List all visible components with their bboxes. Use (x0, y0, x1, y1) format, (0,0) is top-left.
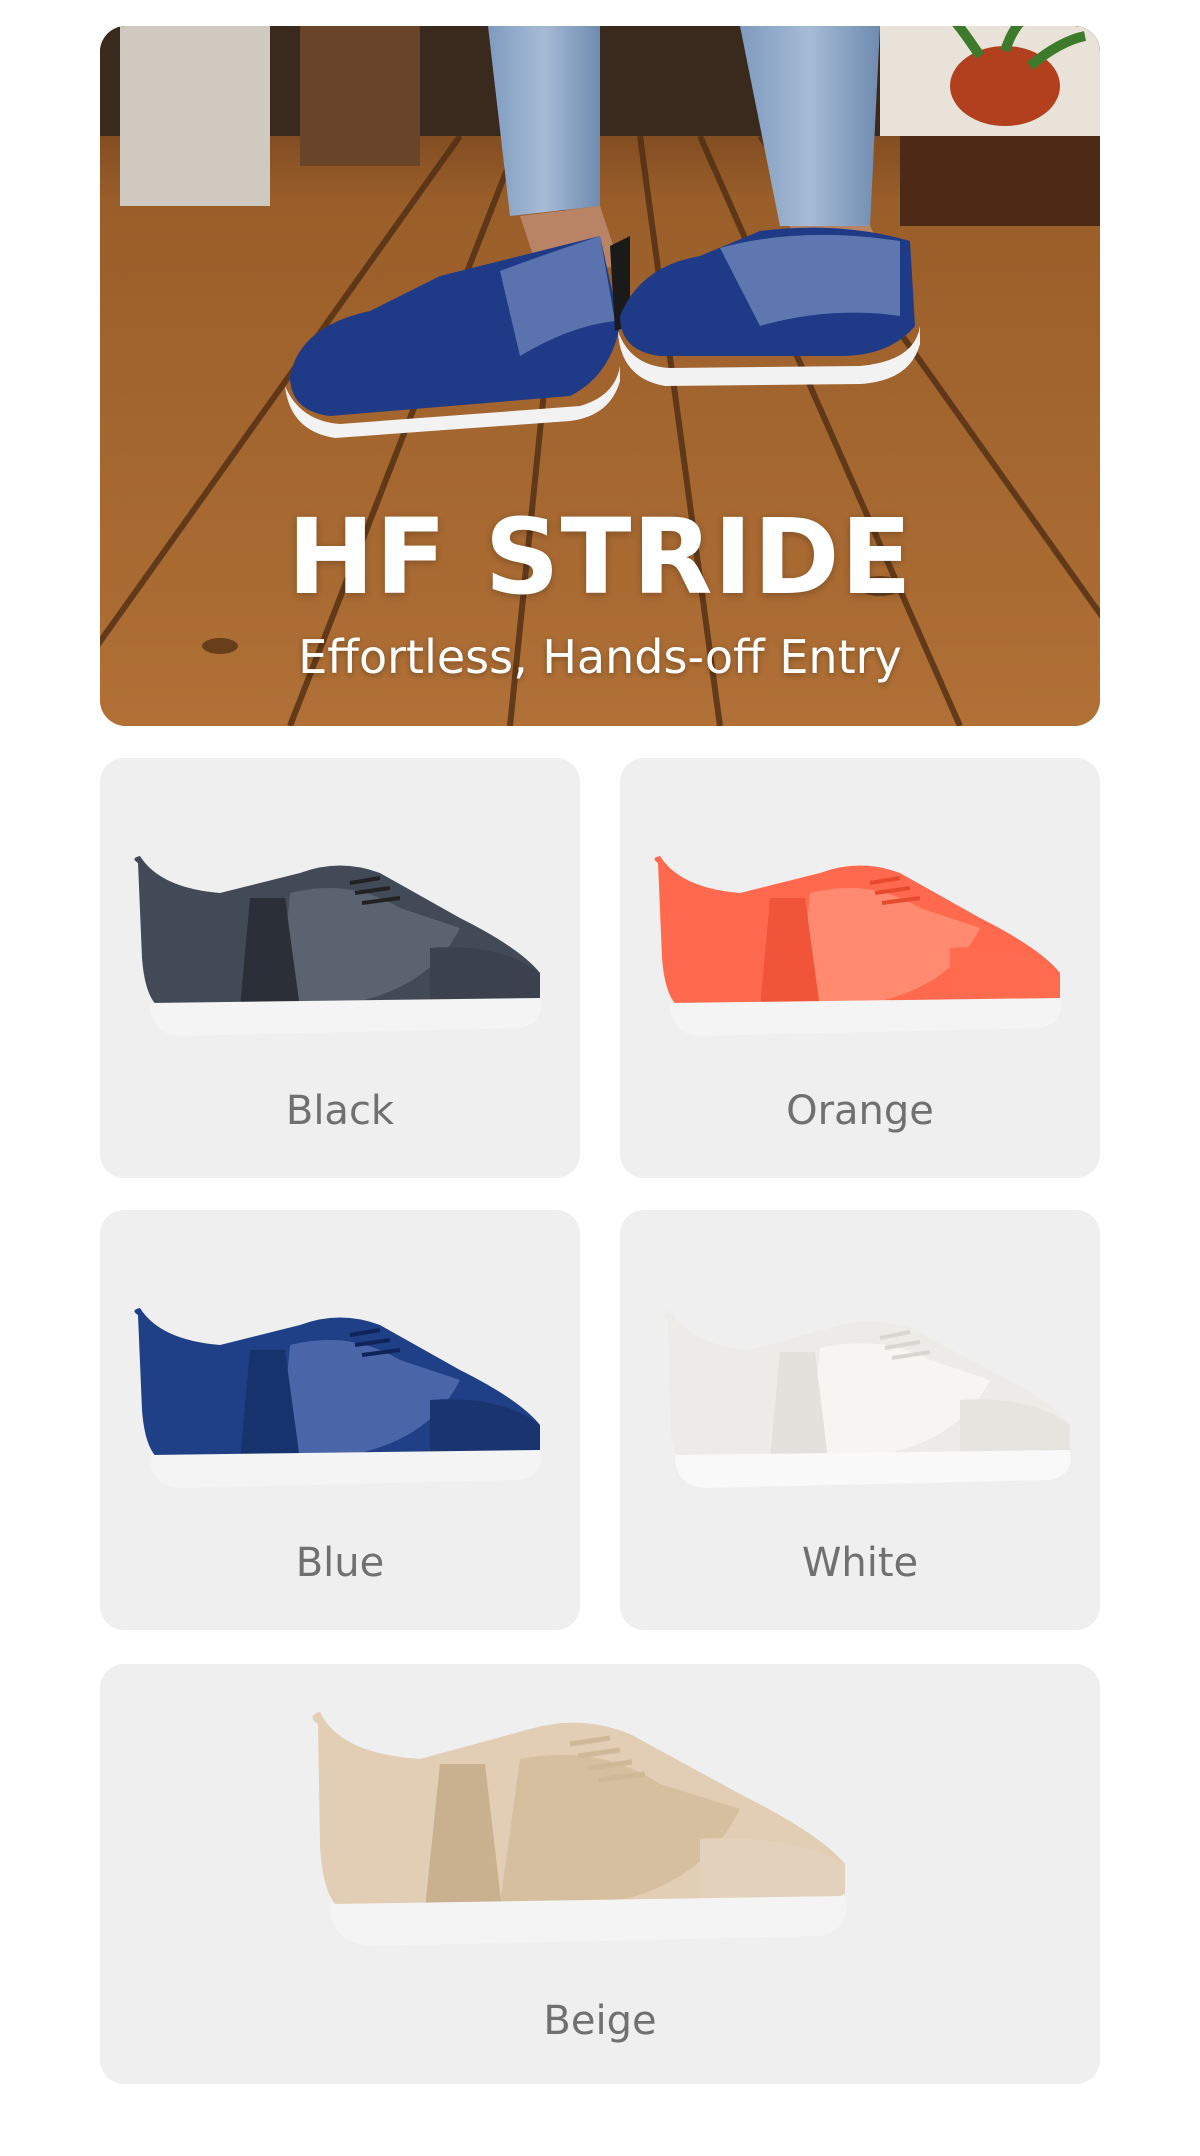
color-label-blue: Blue (295, 1540, 385, 1586)
color-label-orange: Orange (786, 1088, 934, 1134)
color-option-black[interactable]: Black (100, 758, 580, 1178)
color-option-white[interactable]: White (620, 1210, 1100, 1630)
color-label-beige: Beige (543, 1998, 657, 2044)
color-option-blue[interactable]: Blue (100, 1210, 580, 1630)
hero-subtitle: Effortless, Hands-off Entry (298, 630, 902, 684)
hero-image (100, 26, 1100, 726)
hero-banner: HF STRIDE Effortless, Hands-off Entry (100, 26, 1100, 726)
color-label-white: White (801, 1540, 919, 1586)
color-label-black: Black (285, 1088, 395, 1134)
hero-title: HF STRIDE (287, 496, 913, 618)
color-option-beige[interactable]: Beige (100, 1664, 1100, 2084)
color-option-orange[interactable]: Orange (620, 758, 1100, 1178)
